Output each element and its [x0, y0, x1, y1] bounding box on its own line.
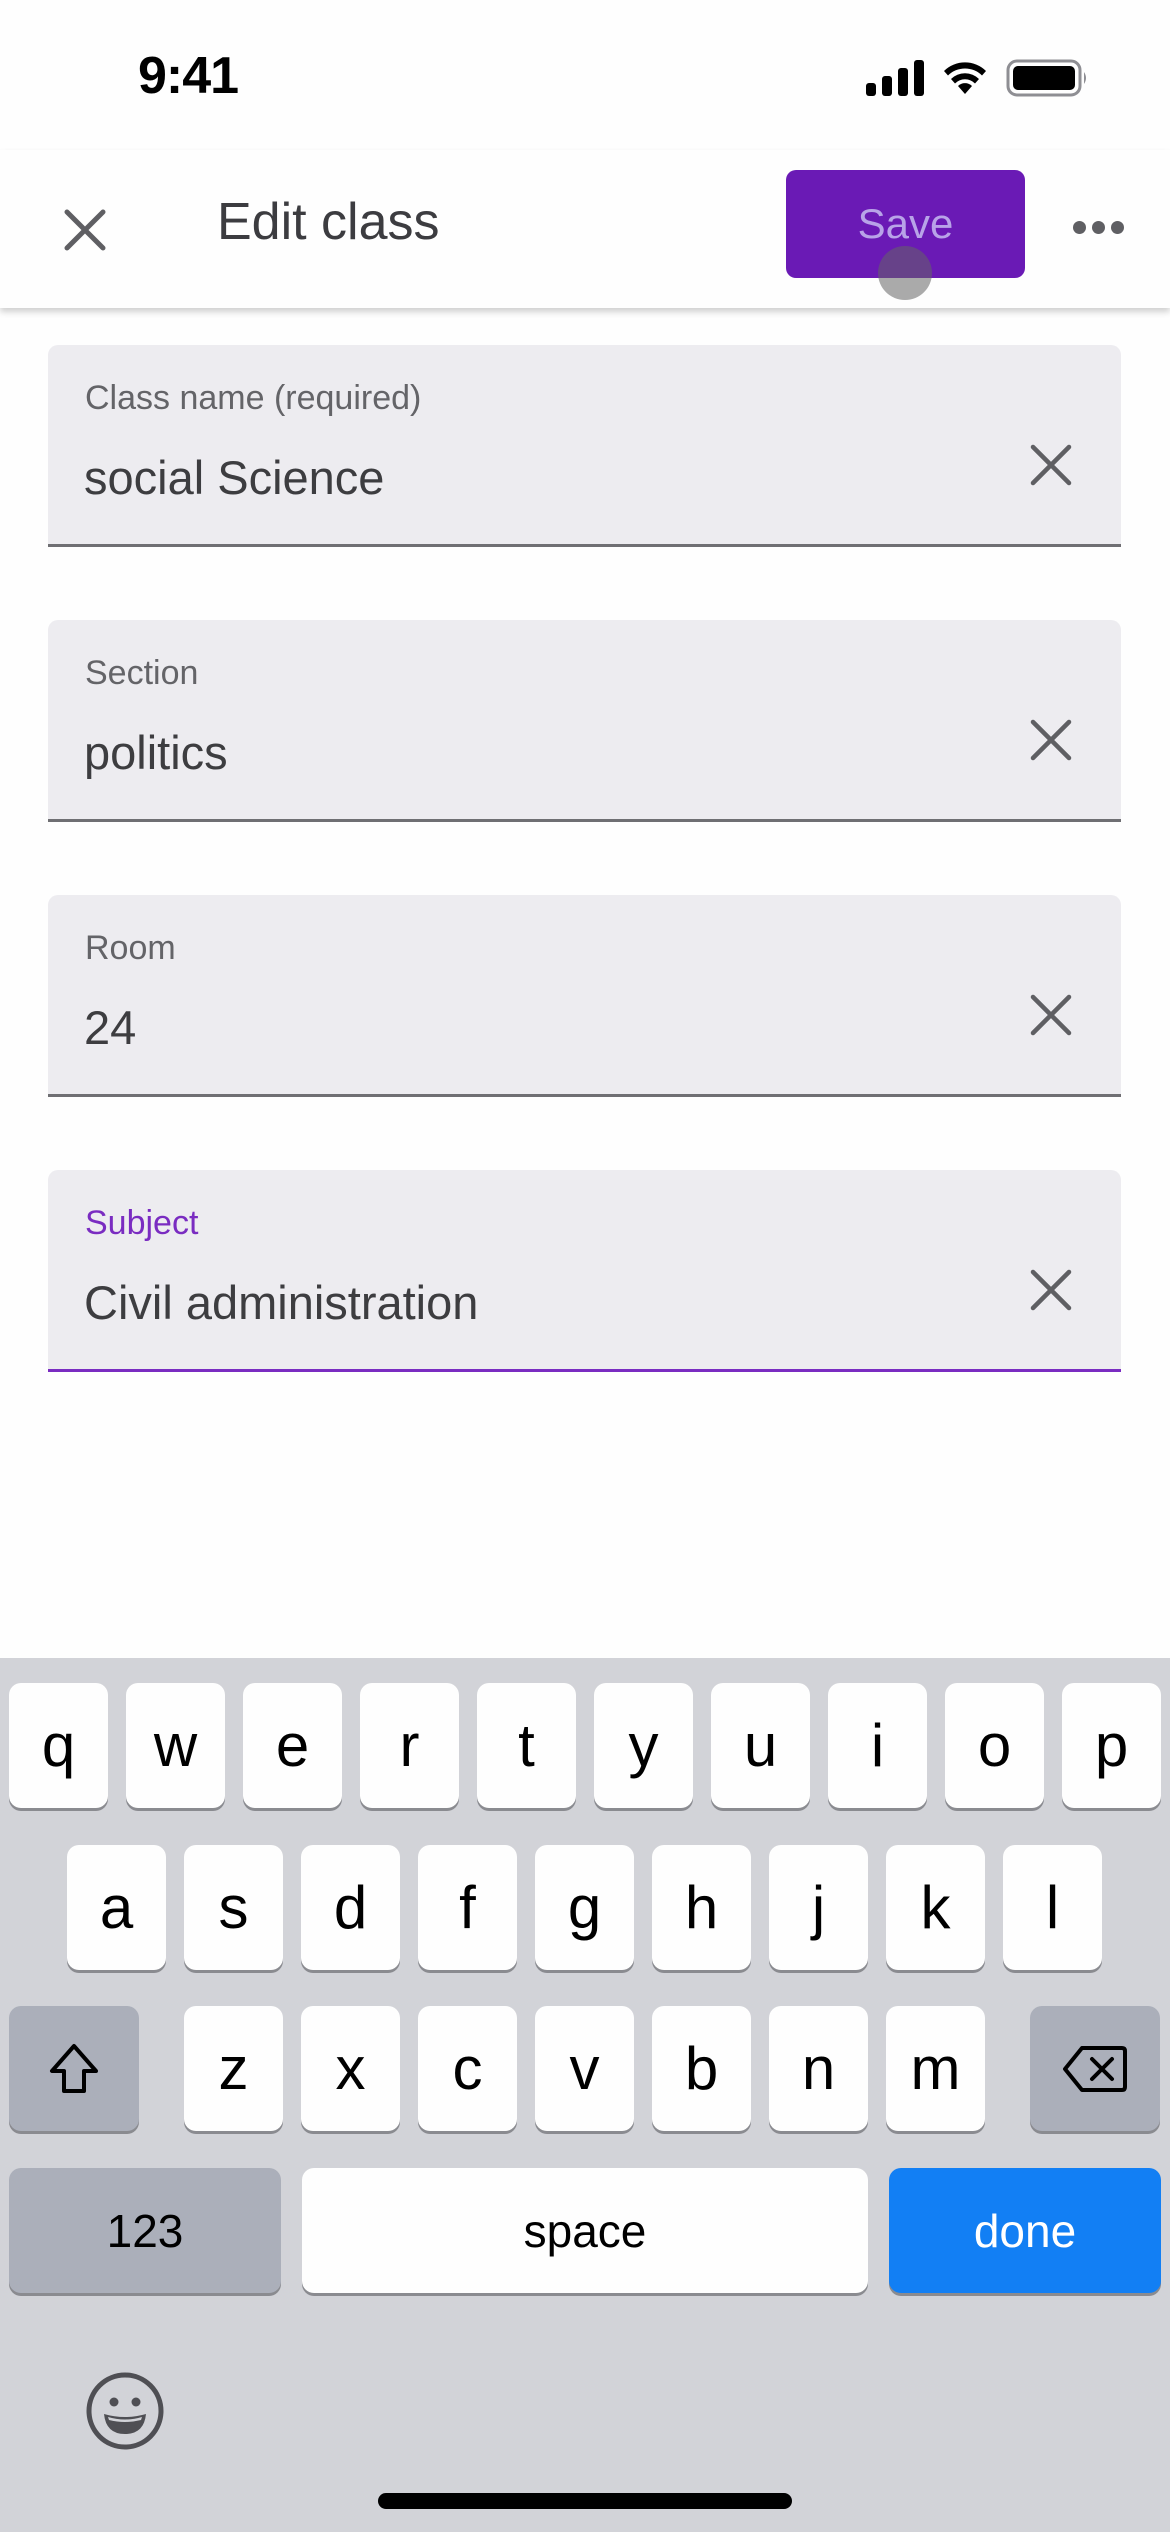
backspace-icon — [1063, 2045, 1127, 2092]
room-field[interactable]: Room — [48, 895, 1121, 1097]
battery-icon — [1006, 58, 1090, 98]
subject-field[interactable]: Subject — [48, 1170, 1121, 1372]
emoji-button[interactable] — [84, 2370, 166, 2452]
clear-room-button[interactable] — [1021, 985, 1081, 1045]
key-r[interactable]: r — [360, 1683, 459, 1808]
shift-icon — [50, 2043, 98, 2093]
numbers-key[interactable]: 123 — [9, 2168, 281, 2293]
status-bar: 9:41 — [0, 0, 1170, 150]
key-e[interactable]: e — [243, 1683, 342, 1808]
close-icon — [1030, 1269, 1072, 1311]
more-horizontal-icon — [1072, 220, 1086, 234]
clear-subject-button[interactable] — [1021, 1260, 1081, 1320]
key-g[interactable]: g — [535, 1845, 634, 1970]
emoji-icon — [86, 2372, 164, 2450]
touch-indicator — [878, 246, 932, 300]
key-o[interactable]: o — [945, 1683, 1044, 1808]
space-key[interactable]: space — [302, 2168, 868, 2293]
signal-icon — [866, 60, 924, 96]
close-icon — [64, 209, 106, 251]
key-y[interactable]: y — [594, 1683, 693, 1808]
key-z[interactable]: z — [184, 2006, 283, 2131]
key-p[interactable]: p — [1062, 1683, 1161, 1808]
status-icons — [866, 58, 1090, 98]
page-title: Edit class — [217, 193, 440, 251]
key-d[interactable]: d — [301, 1845, 400, 1970]
key-s[interactable]: s — [184, 1845, 283, 1970]
status-time: 9:41 — [138, 47, 239, 105]
key-q[interactable]: q — [9, 1683, 108, 1808]
wifi-icon — [942, 60, 988, 96]
section-field[interactable]: Section — [48, 620, 1121, 822]
class-name-input[interactable] — [84, 445, 984, 509]
key-w[interactable]: w — [126, 1683, 225, 1808]
section-input[interactable] — [84, 720, 984, 784]
key-x[interactable]: x — [301, 2006, 400, 2131]
field-label: Class name (required) — [85, 379, 422, 417]
keyboard: qwertyuiop asdfghjkl zxcvbnm 123 space d… — [0, 1658, 1170, 2532]
close-icon — [1030, 719, 1072, 761]
field-label: Section — [85, 654, 199, 692]
shift-key[interactable] — [9, 2006, 139, 2131]
backspace-key[interactable] — [1030, 2006, 1160, 2131]
key-u[interactable]: u — [711, 1683, 810, 1808]
subject-input[interactable] — [84, 1270, 984, 1334]
close-icon — [1030, 994, 1072, 1036]
class-name-field[interactable]: Class name (required) — [48, 345, 1121, 547]
home-indicator — [378, 2493, 792, 2509]
field-label: Subject — [85, 1204, 199, 1242]
key-b[interactable]: b — [652, 2006, 751, 2131]
key-i[interactable]: i — [828, 1683, 927, 1808]
room-input[interactable] — [84, 995, 984, 1059]
app-bar: Edit class Save — [0, 150, 1170, 308]
more-options-button[interactable] — [1068, 202, 1128, 252]
done-key[interactable]: done — [889, 2168, 1161, 2293]
more-dot — [1110, 220, 1124, 234]
key-t[interactable]: t — [477, 1683, 576, 1808]
key-l[interactable]: l — [1003, 1845, 1102, 1970]
close-button[interactable] — [50, 195, 120, 265]
key-k[interactable]: k — [886, 1845, 985, 1970]
key-c[interactable]: c — [418, 2006, 517, 2131]
field-label: Room — [85, 929, 176, 967]
key-m[interactable]: m — [886, 2006, 985, 2131]
key-a[interactable]: a — [67, 1845, 166, 1970]
clear-section-button[interactable] — [1021, 710, 1081, 770]
key-j[interactable]: j — [769, 1845, 868, 1970]
key-n[interactable]: n — [769, 2006, 868, 2131]
key-h[interactable]: h — [652, 1845, 751, 1970]
clear-class-name-button[interactable] — [1021, 435, 1081, 495]
key-v[interactable]: v — [535, 2006, 634, 2131]
close-icon — [1030, 444, 1072, 486]
key-f[interactable]: f — [418, 1845, 517, 1970]
more-dot — [1091, 220, 1105, 234]
